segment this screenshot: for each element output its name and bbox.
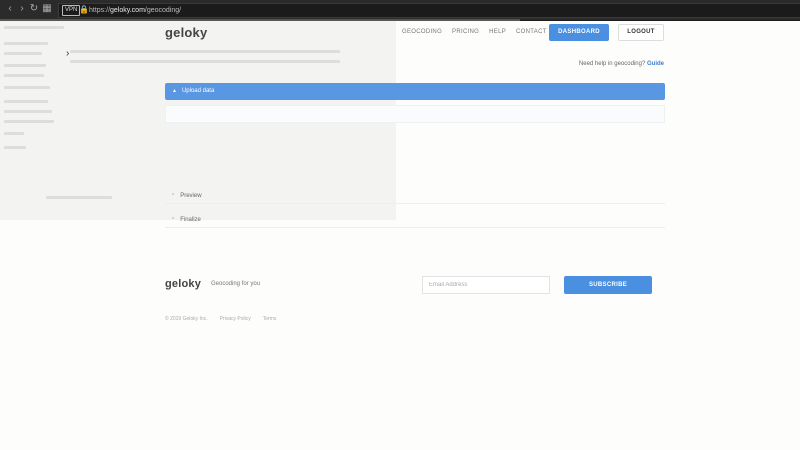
overlay-line — [4, 64, 46, 67]
dashboard-button[interactable]: DASHBOARD — [549, 24, 609, 41]
nav-pricing[interactable]: PRICING — [452, 29, 479, 35]
overlay-line — [4, 110, 52, 113]
overlay-line — [4, 146, 26, 149]
finalize-section-label: Finalize — [180, 217, 201, 223]
browser-toolbar: ‹ › ↻ ▦ VPN 🔒 https://geloky.com/geocodi… — [0, 0, 800, 21]
upload-section-header[interactable]: ▲ Upload data — [165, 83, 665, 100]
overlay-line — [4, 100, 48, 103]
footer-links: © 2019 Geloky Inc. Privacy Policy Terms — [165, 316, 276, 322]
overlay-line — [70, 50, 340, 53]
lock-icon[interactable]: 🔒 — [79, 5, 89, 14]
subscribe-button[interactable]: SUBSCRIBE — [564, 276, 652, 294]
upload-drop-area[interactable] — [165, 105, 665, 123]
overlay-line — [4, 74, 44, 77]
upload-section-label: Upload data — [181, 88, 215, 94]
nav-contact[interactable]: CONTACT — [516, 29, 547, 35]
help-text: Need help in geocoding? — [578, 61, 647, 67]
chevron-up-icon: ⌃ — [171, 217, 176, 223]
overlay-line — [4, 120, 54, 123]
guide-link[interactable]: Guide — [647, 61, 664, 67]
copyright-text: © 2019 Geloky Inc. — [165, 316, 208, 322]
overlay-line — [4, 132, 24, 135]
logout-button[interactable]: LOGOUT — [618, 24, 664, 41]
privacy-policy-link[interactable]: Privacy Policy — [220, 316, 251, 322]
overlay-line — [46, 196, 112, 199]
mouse-cursor-icon: › — [66, 48, 70, 59]
footer-tagline: Geocoding for you — [211, 281, 261, 287]
nav-geocoding[interactable]: GEOCODING — [402, 29, 442, 35]
nav-help[interactable]: HELP — [489, 29, 506, 35]
url-host: geloky.com — [110, 7, 145, 14]
chevron-up-icon: ▲ — [172, 88, 177, 94]
site-logo[interactable]: geloky — [165, 25, 207, 40]
forward-icon[interactable]: › — [16, 3, 28, 15]
preview-section-header[interactable]: ⌃ Preview — [165, 189, 665, 204]
reload-icon[interactable]: ↻ — [28, 3, 40, 15]
chevron-up-icon: ⌃ — [171, 193, 176, 199]
preview-section-label: Preview — [180, 193, 202, 199]
finalize-section-header[interactable]: ⌃ Finalize — [165, 213, 665, 228]
address-bar[interactable]: VPN 🔒 https://geloky.com/geocoding/ — [58, 3, 800, 18]
url-scheme: https:// — [89, 7, 111, 14]
help-line: Need help in geocoding? Guide — [579, 61, 664, 67]
overlay-line — [4, 26, 64, 29]
overlay-line — [4, 52, 42, 55]
vpn-badge[interactable]: VPN — [62, 5, 81, 16]
url-text[interactable]: https://geloky.com/geocoding/ — [89, 4, 181, 17]
back-icon[interactable]: ‹ — [4, 3, 16, 15]
main-nav: GEOCODING PRICING HELP CONTACT — [402, 29, 547, 35]
overlay-line — [4, 86, 50, 89]
overlay-line — [4, 42, 48, 45]
terms-link[interactable]: Terms — [263, 316, 277, 322]
footer-logo[interactable]: geloky — [165, 278, 201, 290]
url-path: /geocoding/ — [144, 7, 182, 14]
grid-icon[interactable]: ▦ — [41, 3, 53, 15]
email-input[interactable] — [422, 276, 550, 294]
overlay-line — [70, 60, 340, 63]
